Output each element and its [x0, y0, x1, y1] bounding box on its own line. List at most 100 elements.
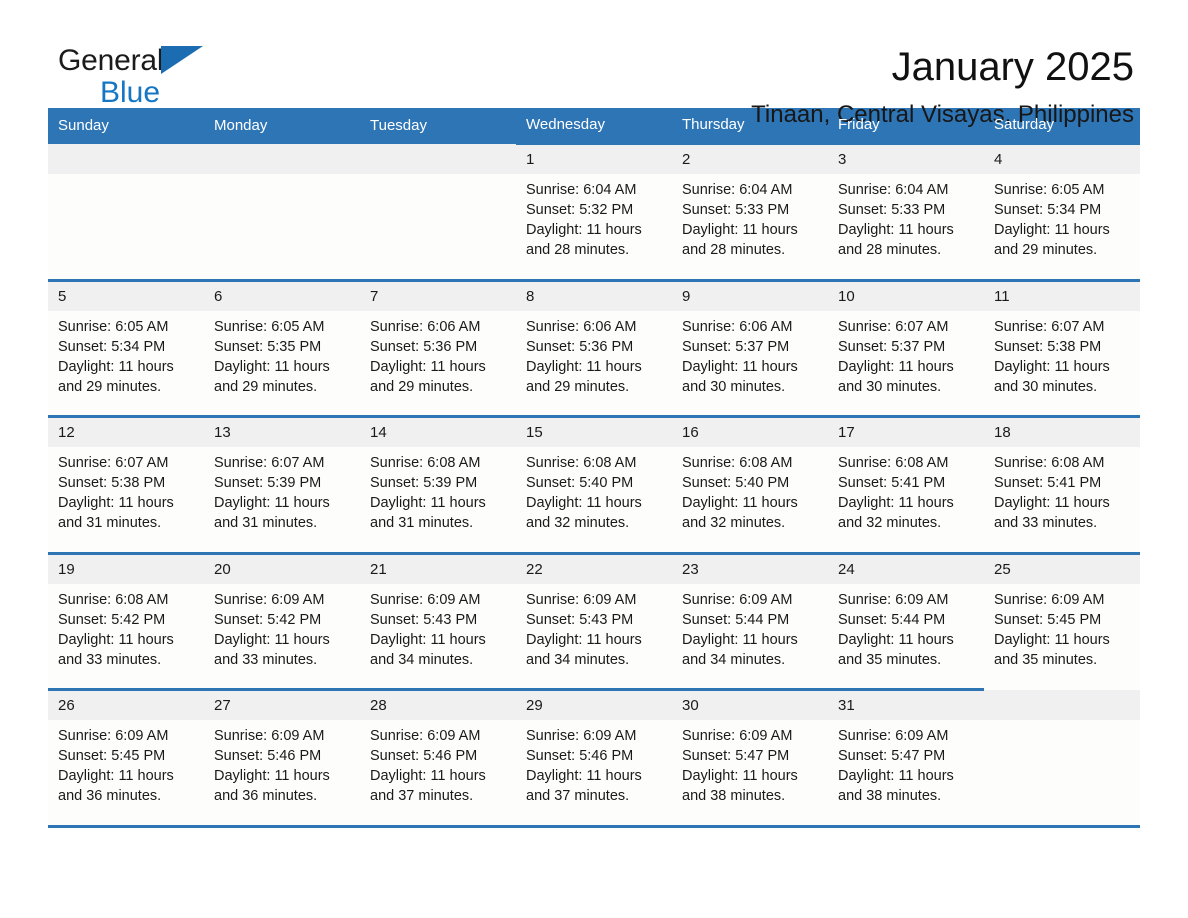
daylight-duration-line1: Daylight: 11 hours: [994, 495, 1110, 511]
day-details: Sunrise: 6:07 AM Sunset: 5:38 PM Daylight:…: [984, 310, 1140, 417]
sunrise-time: Sunrise: 6:08 AM: [526, 455, 637, 471]
day-number[interactable]: 21: [360, 551, 516, 584]
day-number[interactable]: 23: [672, 551, 828, 584]
day-number-empty: [984, 689, 1140, 720]
daylight-duration-line1: Daylight: 11 hours: [526, 222, 642, 238]
calendar-week-details: Sunrise: 6:05 AM Sunset: 5:34 PM Daylight:…: [48, 310, 1140, 417]
day-number[interactable]: 9: [672, 278, 828, 311]
day-number[interactable]: 26: [48, 688, 204, 720]
day-number[interactable]: 17: [828, 415, 984, 447]
daylight-duration-line1: Daylight: 11 hours: [526, 495, 642, 511]
calendar-week-daynumbers: 26 27 28 29 30 31: [48, 688, 1140, 720]
sunset-time: Sunset: 5:37 PM: [838, 338, 946, 355]
day-number[interactable]: 19: [48, 551, 204, 584]
day-number[interactable]: 30: [672, 688, 828, 720]
sunrise-time: Sunrise: 6:05 AM: [994, 182, 1105, 198]
day-details: Sunrise: 6:09 AM Sunset: 5:46 PM Daylight:…: [204, 720, 360, 826]
sunrise-time: Sunrise: 6:09 AM: [682, 728, 793, 744]
sunrise-time: Sunrise: 6:09 AM: [214, 591, 325, 608]
weekday-header-tuesday: Tuesday: [360, 108, 516, 144]
daylight-duration-line2: and 28 minutes.: [838, 242, 942, 258]
daylight-duration-line1: Daylight: 11 hours: [58, 768, 174, 784]
sunrise-time: Sunrise: 6:07 AM: [214, 455, 325, 471]
day-details: Sunrise: 6:08 AM Sunset: 5:42 PM Daylight:…: [48, 583, 204, 690]
day-number[interactable]: 15: [516, 415, 672, 447]
daylight-duration-line1: Daylight: 11 hours: [838, 631, 954, 648]
day-number[interactable]: 5: [48, 278, 204, 311]
day-number[interactable]: 3: [828, 142, 984, 174]
brand-name-blue: Blue: [100, 76, 161, 109]
sunrise-time: Sunrise: 6:07 AM: [994, 318, 1105, 335]
day-number[interactable]: 1: [516, 142, 672, 174]
sunrise-time: Sunrise: 6:08 AM: [838, 455, 949, 471]
daylight-duration-line2: and 32 minutes.: [682, 515, 786, 531]
triangle-logo-icon: [161, 46, 204, 74]
day-number[interactable]: 11: [984, 278, 1140, 311]
day-number[interactable]: 4: [984, 142, 1140, 174]
calendar-week-daynumbers: 1234: [48, 142, 1140, 174]
brand-name-general: General: [58, 44, 164, 77]
sunset-time: Sunset: 5:40 PM: [526, 475, 634, 491]
sunrise-time: Sunrise: 6:09 AM: [526, 728, 637, 744]
sunset-time: Sunset: 5:35 PM: [214, 338, 322, 355]
bottom-rule-segment: [360, 824, 516, 829]
day-details: Sunrise: 6:06 AM Sunset: 5:36 PM Daylight:…: [360, 310, 516, 417]
day-number[interactable]: 14: [360, 415, 516, 447]
sunset-time: Sunset: 5:46 PM: [370, 748, 478, 764]
day-number[interactable]: 7: [360, 278, 516, 311]
day-number[interactable]: 6: [204, 278, 360, 311]
calendar-week-details: Sunrise: 6:09 AM Sunset: 5:45 PM Daylight:…: [48, 720, 1140, 826]
day-details: Sunrise: 6:04 AM Sunset: 5:33 PM Daylight:…: [672, 174, 828, 280]
day-number[interactable]: 29: [516, 688, 672, 720]
day-details: Sunrise: 6:09 AM Sunset: 5:43 PM Daylight:…: [516, 583, 672, 690]
day-details: Sunrise: 6:08 AM Sunset: 5:39 PM Daylight:…: [360, 447, 516, 553]
general-blue-logo: General Blue: [48, 46, 238, 116]
daylight-duration-line2: and 35 minutes.: [994, 651, 1098, 668]
day-details: Sunrise: 6:09 AM Sunset: 5:42 PM Daylight:…: [204, 583, 360, 690]
calendar-bottom-rule: [48, 824, 1140, 829]
bottom-rule-segment: [672, 824, 828, 829]
daylight-duration-line1: Daylight: 11 hours: [58, 358, 174, 375]
day-details: Sunrise: 6:08 AM Sunset: 5:41 PM Daylight:…: [984, 447, 1140, 553]
sunset-time: Sunset: 5:34 PM: [58, 338, 166, 355]
day-number[interactable]: 25: [984, 551, 1140, 584]
daylight-duration-line2: and 29 minutes.: [526, 378, 630, 395]
daylight-duration-line1: Daylight: 11 hours: [838, 222, 954, 238]
sunrise-time: Sunrise: 6:08 AM: [682, 455, 793, 471]
daylight-duration-line1: Daylight: 11 hours: [682, 631, 798, 648]
day-number[interactable]: 13: [204, 415, 360, 447]
day-number[interactable]: 20: [204, 551, 360, 584]
daylight-duration-line1: Daylight: 11 hours: [682, 768, 798, 784]
day-details-empty: [204, 174, 360, 280]
day-details: Sunrise: 6:09 AM Sunset: 5:46 PM Daylight:…: [360, 720, 516, 826]
sunrise-time: Sunrise: 6:05 AM: [214, 318, 325, 335]
daylight-duration-line2: and 37 minutes.: [526, 788, 630, 804]
day-number[interactable]: 27: [204, 688, 360, 720]
daylight-duration-line1: Daylight: 11 hours: [994, 222, 1110, 238]
day-number[interactable]: 8: [516, 278, 672, 311]
day-number[interactable]: 31: [828, 688, 984, 720]
day-details: Sunrise: 6:05 AM Sunset: 5:34 PM Daylight:…: [984, 174, 1140, 280]
day-number[interactable]: 28: [360, 688, 516, 720]
day-number[interactable]: 10: [828, 278, 984, 311]
daylight-duration-line2: and 37 minutes.: [370, 788, 474, 804]
day-number[interactable]: 24: [828, 551, 984, 584]
daylight-duration-line2: and 33 minutes.: [994, 515, 1098, 531]
day-number[interactable]: 18: [984, 415, 1140, 447]
day-details-empty: [984, 720, 1140, 826]
sunset-time: Sunset: 5:43 PM: [526, 611, 634, 628]
day-number[interactable]: 16: [672, 415, 828, 447]
day-number[interactable]: 22: [516, 551, 672, 584]
day-number[interactable]: 2: [672, 142, 828, 174]
sunrise-time: Sunrise: 6:09 AM: [682, 591, 793, 608]
day-details: Sunrise: 6:07 AM Sunset: 5:37 PM Daylight:…: [828, 310, 984, 417]
daylight-duration-line2: and 32 minutes.: [838, 515, 942, 531]
calendar-week-daynumbers: 12 13 14 15 16 17 18: [48, 415, 1140, 447]
sunrise-sunset-calendar: Sunday Monday Tuesday Wednesday Thursday…: [48, 108, 1140, 829]
daylight-duration-line1: Daylight: 11 hours: [526, 631, 642, 648]
bottom-rule-segment: [984, 824, 1140, 829]
day-number[interactable]: 12: [48, 415, 204, 447]
sunset-time: Sunset: 5:39 PM: [370, 475, 478, 491]
daylight-duration-line2: and 34 minutes.: [682, 651, 786, 668]
day-details-empty: [48, 174, 204, 280]
